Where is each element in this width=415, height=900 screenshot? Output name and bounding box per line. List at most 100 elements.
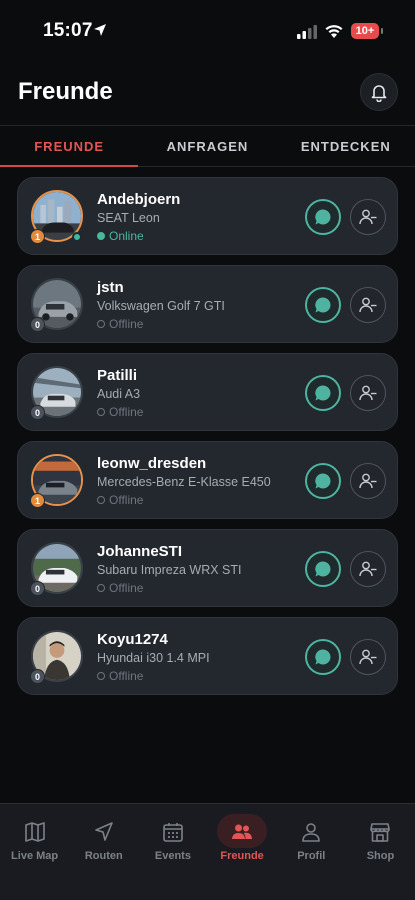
friend-status-label: Offline [109,669,144,683]
friend-name: Patilli [97,367,138,384]
level-badge: 0 [30,581,45,596]
status-time: 15:07 [43,20,93,41]
status-dot-icon [97,584,105,592]
nav-item-shop[interactable]: Shop [346,804,415,900]
level-badge: 0 [30,317,45,332]
nav-label: Freunde [220,850,264,862]
bell-icon [371,85,387,102]
tab-entdecken[interactable]: ENTDECKEN [277,126,415,166]
nav-label: Live Map [11,850,59,862]
chat-bubble-icon [315,297,331,313]
status-dot-icon [97,496,105,504]
friend-name: leonw_dresden [97,455,207,472]
nav-item-freunde[interactable]: Freunde [208,804,277,900]
level-badge: 0 [30,405,45,420]
friend-status: Offline [97,493,143,507]
friend-status: Offline [97,669,143,683]
person-remove-icon [359,385,377,401]
friend-status-label: Offline [109,581,144,595]
chat-bubble-icon [315,209,331,225]
remove-friend-button[interactable] [350,287,386,323]
friend-status: Offline [97,581,143,595]
friend-car: Volkswagen Golf 7 GTI [97,299,225,313]
chat-bubble-icon [315,649,331,665]
chat-bubble-icon [315,385,331,401]
chat-button[interactable] [305,375,341,411]
friend-name: Koyu1274 [97,631,168,648]
chat-button[interactable] [305,199,341,235]
page-title: Freunde [18,78,113,105]
friend-status: Online [97,229,144,243]
nav-item-events[interactable]: Events [138,804,207,900]
friend-status-label: Offline [109,405,144,419]
person-remove-icon [359,297,377,313]
level-badge: 1 [30,229,45,244]
person-remove-icon [359,209,377,225]
chat-button[interactable] [305,287,341,323]
friend-car: SEAT Leon [97,211,160,225]
store-icon [370,823,391,842]
navigation-arrow-icon [94,822,113,841]
remove-friend-button[interactable] [350,551,386,587]
status-dot-icon [97,408,105,416]
friend-status-label: Offline [109,317,144,331]
friend-status: Offline [97,405,143,419]
remove-friend-button[interactable] [350,463,386,499]
friend-card[interactable]: 1 Andebjoern SEAT Leon Online [17,177,398,255]
remove-friend-button[interactable] [350,375,386,411]
friend-status-label: Online [109,229,144,243]
person-icon [302,823,321,842]
friend-car: Subaru Impreza WRX STI [97,563,242,577]
friend-car: Mercedes-Benz E-Klasse E450 [97,475,271,489]
person-remove-icon [359,473,377,489]
status-dot-icon [97,232,105,240]
calendar-icon [163,823,183,842]
battery-indicator: 10+ [351,23,383,39]
remove-friend-button[interactable] [350,199,386,235]
nav-item-routen[interactable]: Routen [69,804,138,900]
friend-card[interactable]: 0 Patilli Audi A3 Offline [17,353,398,431]
notifications-button[interactable] [360,73,398,111]
remove-friend-button[interactable] [350,639,386,675]
people-icon [232,824,253,839]
person-remove-icon [359,561,377,577]
wifi-icon [325,25,343,38]
tab-freunde[interactable]: FREUNDE [0,126,139,167]
chat-bubble-icon [315,561,331,577]
level-badge: 0 [30,669,45,684]
friend-name: jstn [97,279,124,296]
status-bar: 15:07 10+ [0,0,415,56]
nav-label: Profil [297,850,326,862]
friend-card[interactable]: 0 JohanneSTI Subaru Impreza WRX STI Offl… [17,529,398,607]
level-badge: 1 [30,493,45,508]
status-dot-icon [97,672,105,680]
friend-status: Offline [97,317,143,331]
tab-bar: FREUNDE ANFRAGEN ENTDECKEN [0,125,415,167]
location-arrow-icon [94,24,106,36]
bottom-nav: Live Map Routen Events Freunde Profil Sh… [0,803,415,900]
nav-item-profil[interactable]: Profil [277,804,346,900]
friend-status-label: Offline [109,493,144,507]
friend-name: JohanneSTI [97,543,183,560]
friend-car: Hyundai i30 1.4 MPI [97,651,210,665]
friend-car: Audi A3 [97,387,141,401]
nav-label: Events [154,850,191,862]
chat-bubble-icon [315,473,331,489]
friend-name: Andebjoern [97,191,181,208]
chat-button[interactable] [305,463,341,499]
map-icon [24,822,45,842]
nav-label: Routen [84,850,123,862]
person-remove-icon [359,649,377,665]
friend-card[interactable]: 0 Koyu1274 Hyundai i30 1.4 MPI Offline [17,617,398,695]
friend-card[interactable]: 0 jstn Volkswagen Golf 7 GTI Offline [17,265,398,343]
nav-item-live-map[interactable]: Live Map [0,804,69,900]
friend-list: 1 Andebjoern SEAT Leon Online 0 jstn Vol… [17,177,398,705]
status-dot-icon [97,320,105,328]
tab-anfragen[interactable]: ANFRAGEN [138,126,276,166]
chat-button[interactable] [305,639,341,675]
friend-card[interactable]: 1 leonw_dresden Mercedes-Benz E-Klasse E… [17,441,398,519]
online-dot [72,232,82,242]
signal-icon [297,25,317,39]
nav-label: Shop [366,850,395,862]
chat-button[interactable] [305,551,341,587]
